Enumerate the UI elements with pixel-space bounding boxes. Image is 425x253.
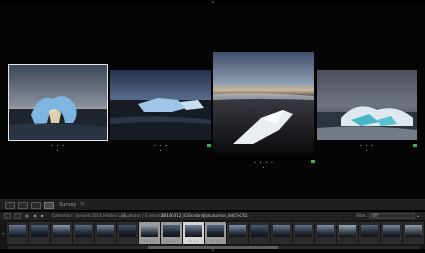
filename-dropdown-icon[interactable]: ▾ [238,213,240,219]
filmstrip-thumbnail-image [273,225,290,237]
primary-window-button[interactable] [4,213,11,219]
filmstrip-thumbnail-rating: •••• [187,239,200,243]
filmstrip-thumbnail-image [119,225,136,237]
survey-view-button[interactable] [44,202,54,209]
filmstrip-thumbnail[interactable]: •••• [161,222,182,244]
filmstrip-thumbnail-image [295,225,312,237]
photo-ice-arch [9,65,107,140]
loupe-view-button[interactable] [18,202,28,209]
photo-ice-chunk [110,70,211,140]
survey-photo-4[interactable] [317,70,417,140]
filmstrip-thumbnail-rating: •••• [165,239,178,243]
filmstrip-thumbnail-rating: •••• [209,239,222,243]
secondary-window-button[interactable] [14,213,21,219]
filmstrip-thumbnail-image [53,225,70,237]
filmstrip-thumbnail[interactable]: •••• [183,222,204,244]
filmstrip-thumbnail-image [207,225,224,237]
filmstrip-thumbnail[interactable] [73,222,94,244]
bottom-panel-toggle-icon[interactable]: ▾ [210,248,216,253]
filmstrip-thumbnail-image [251,225,268,237]
back-arrow-icon[interactable]: ◀ [33,213,36,219]
grid-view-button[interactable] [5,202,15,209]
filmstrip-thumbnail[interactable] [117,222,138,244]
filmstrip-thumbnail[interactable] [95,222,116,244]
photo-2-rating[interactable]: • • • • [151,143,171,153]
survey-photo-3[interactable] [213,52,314,153]
filmstrip-thumbnail[interactable] [29,222,50,244]
photo-2-pick-flag[interactable] [207,144,211,147]
filmstrip-thumbnail[interactable] [381,222,402,244]
photo-3-pick-flag[interactable] [311,160,315,163]
filmstrip-thumbnail[interactable] [359,222,380,244]
filmstrip-thumbnail[interactable] [337,222,358,244]
filmstrip-thumbnail-rating: •••• [143,239,156,243]
survey-photo-1[interactable] [8,64,108,141]
filmstrip-thumbnail-image [163,225,180,237]
filmstrip-thumbnail-image [97,225,114,237]
photo-wave-ice [317,70,417,140]
view-mode-label: Survey [59,202,77,208]
filmstrip-thumbnail-image [141,225,158,237]
filmstrip-thumbnail-image [185,225,202,237]
survey-view: • • • • • • • • • • • • • • • • • [0,4,425,197]
compare-view-button[interactable] [31,202,41,209]
filmstrip-scroll-left-icon[interactable]: ◂ [0,231,6,237]
filmstrip-thumbnail-image [317,225,334,237]
filmstrip-thumbnail-image [75,225,92,237]
filmstrip-header: ▦ ◀ ▶ Collection : Iceland 2014 Hidden L… [0,212,425,220]
filmstrip-thumbnail[interactable] [51,222,72,244]
filmstrip-thumbnail[interactable] [315,222,336,244]
filter-select[interactable]: Off [369,213,415,219]
filmstrip-thumbnail[interactable] [249,222,270,244]
photo-4-pick-flag[interactable] [413,144,417,147]
filter-label: Filter : [356,213,369,218]
filmstrip-thumbnail[interactable]: •••• [139,222,160,244]
photo-1-rating[interactable]: • • • • [48,143,68,153]
filmstrip-thumbnail[interactable] [7,222,28,244]
photo-3-rating[interactable]: • • • • • [252,160,276,170]
filmstrip-thumbnail-image [361,225,378,237]
filmstrip-thumbnail-image [229,225,246,237]
photo-ice-black-sand [213,52,314,153]
current-filename: 20140312_ICEIcelandJokulsarlon_8467.CR2 [161,213,248,218]
filmstrip: ◂ •••• •••• •••• •••• ▸ [0,220,425,249]
survey-photo-2[interactable] [110,70,211,140]
filmstrip-thumbnail-image [31,225,48,237]
filter-lock-icon[interactable]: ▴ [417,213,419,219]
filmstrip-thumbnail[interactable]: •••• [205,222,226,244]
filmstrip-scroll-right-icon[interactable]: ▸ [419,231,425,237]
filmstrip-thumbnail-image [9,225,26,237]
collection-source[interactable]: Collection : Iceland 2014 Hidden Low... [52,213,130,219]
forward-arrow-icon[interactable]: ▶ [41,213,44,219]
grid-icon[interactable]: ▦ [25,213,29,219]
filmstrip-thumbnail-image [339,225,356,237]
filmstrip-thumbnail[interactable] [293,222,314,244]
filmstrip-thumbnail-image [383,225,400,237]
swap-arrows-icon[interactable]: ⇆ [80,201,84,207]
toolbar: Survey ⇆ [0,199,425,210]
filmstrip-thumbnail[interactable] [227,222,248,244]
photo-4-rating[interactable]: • • • • [357,143,377,153]
filmstrip-thumbnail[interactable] [271,222,292,244]
